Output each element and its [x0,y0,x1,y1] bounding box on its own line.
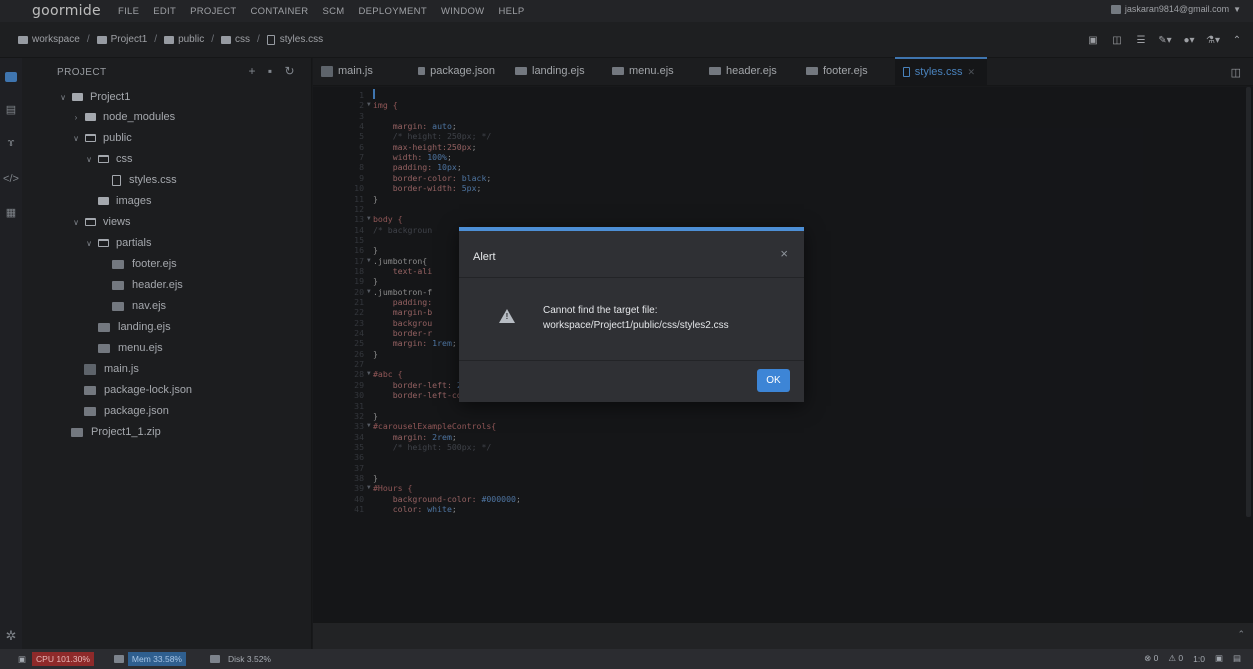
cpu-icon: ▣ [18,653,27,664]
memory-usage[interactable]: Mem 33.58% [127,652,186,666]
dialog-body: ! Cannot find the target file: workspace… [459,279,804,361]
warning-icon-mark: ! [505,312,509,321]
cpu-usage[interactable]: CPU 101.30% [32,652,94,666]
dialog-message: Cannot find the target file: workspace/P… [543,303,729,333]
chat-icon[interactable]: ▤ [1233,653,1241,664]
warnings-indicator[interactable]: ⚠ 0 [1168,653,1183,664]
error-icon: ⊗ [1144,653,1152,663]
dialog-title: Alert [473,251,496,263]
error-count: 0 [1153,653,1159,663]
warning-count: 0 [1178,653,1184,663]
errors-indicator[interactable]: ⊗ 0 [1144,653,1158,664]
dialog-message-line1: Cannot find the target file: [543,305,658,316]
terminal-toggle-icon[interactable]: ▣ [1215,653,1223,664]
ok-button[interactable]: OK [757,369,790,392]
alert-dialog: Alert × ! Cannot find the target file: w… [459,227,804,402]
close-icon[interactable]: × [780,246,788,261]
disk-usage[interactable]: Disk 3.52% [224,652,275,666]
ide-window: goormide FILE EDIT PROJECT CONTAINER SCM… [0,0,1253,669]
memory-icon [113,655,124,663]
status-bar: ▣ CPU 101.30% Mem 33.58% Disk 3.52% ⊗ 0 … [0,649,1253,669]
disk-icon [210,655,220,663]
dialog-message-path: workspace/Project1/public/css/styles2.cs… [543,320,729,331]
cursor-position[interactable]: 1:0 [1193,654,1205,664]
dialog-header: Alert × [459,231,804,278]
warning-icon: ⚠ [1168,653,1176,663]
